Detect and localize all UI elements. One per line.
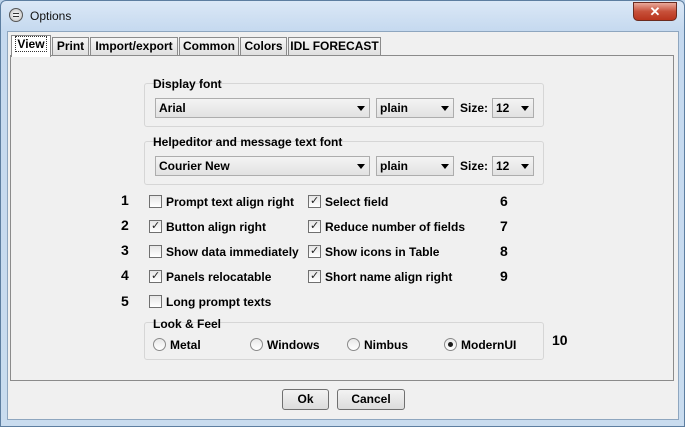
checkbox-box <box>149 245 162 258</box>
options-window: Options ✕ View Print Import/export Commo… <box>0 0 685 427</box>
display-font-size-label: Size: <box>460 101 489 115</box>
close-button[interactable]: ✕ <box>633 2 677 21</box>
help-font-size-label: Size: <box>460 159 489 173</box>
display-font-select[interactable]: Arial <box>155 98 370 118</box>
option-number: 6 <box>500 193 508 209</box>
option-number: 9 <box>500 268 508 284</box>
checkbox-box <box>149 269 162 283</box>
chevron-down-icon <box>357 106 365 111</box>
option-number: 2 <box>121 217 129 233</box>
help-font-size-select[interactable]: 12 <box>492 156 534 176</box>
tab-import-export[interactable]: Import/export <box>90 37 178 56</box>
checkbox-box <box>149 295 162 308</box>
cancel-button[interactable]: Cancel <box>337 389 405 410</box>
tab-common[interactable]: Common <box>179 37 239 56</box>
dialog-client: View Print Import/export Common Colors I… <box>7 31 679 420</box>
view-tab-panel: Display font Arial plain Size: 12 Helped… <box>10 55 674 381</box>
chevron-down-icon <box>441 106 449 111</box>
radio-dot <box>347 338 360 351</box>
option-number: 7 <box>500 218 508 234</box>
chevron-down-icon <box>521 106 529 111</box>
option-number: 5 <box>121 293 129 309</box>
checkbox-box <box>308 269 321 283</box>
option-number: 1 <box>121 192 129 208</box>
checkbox-box <box>308 194 321 208</box>
radio-dot <box>153 338 166 351</box>
option-number: 10 <box>552 332 568 348</box>
checkbox-box <box>149 195 162 208</box>
tab-print[interactable]: Print <box>52 37 89 56</box>
ok-button[interactable]: Ok <box>282 389 329 410</box>
radio-dot <box>250 338 263 351</box>
option-number: 8 <box>500 243 508 259</box>
help-font-style-select[interactable]: plain <box>376 156 454 176</box>
close-icon: ✕ <box>649 4 661 19</box>
chevron-down-icon <box>521 164 529 169</box>
look-and-feel-label: Look & Feel <box>153 317 222 331</box>
chevron-down-icon <box>357 164 365 169</box>
title-bar[interactable]: Options ✕ <box>1 1 684 31</box>
display-font-size-select[interactable]: 12 <box>492 98 534 118</box>
option-number: 3 <box>121 242 129 258</box>
checkbox-box <box>149 219 162 233</box>
display-font-style-select[interactable]: plain <box>376 98 454 118</box>
checkbox-box <box>308 244 321 258</box>
window-title: Options <box>30 9 72 23</box>
radio-dot <box>444 338 457 351</box>
help-font-label: Helpeditor and message text font <box>153 135 343 149</box>
display-font-label: Display font <box>153 77 222 91</box>
tab-view[interactable]: View <box>11 35 51 57</box>
help-font-select[interactable]: Courier New <box>155 156 370 176</box>
options-app-icon <box>9 8 23 22</box>
checkbox-box <box>308 219 321 233</box>
tab-colors[interactable]: Colors <box>240 37 287 56</box>
option-number: 4 <box>121 267 129 283</box>
tab-idl-forecast[interactable]: IDL FORECAST <box>288 37 381 56</box>
chevron-down-icon <box>441 164 449 169</box>
